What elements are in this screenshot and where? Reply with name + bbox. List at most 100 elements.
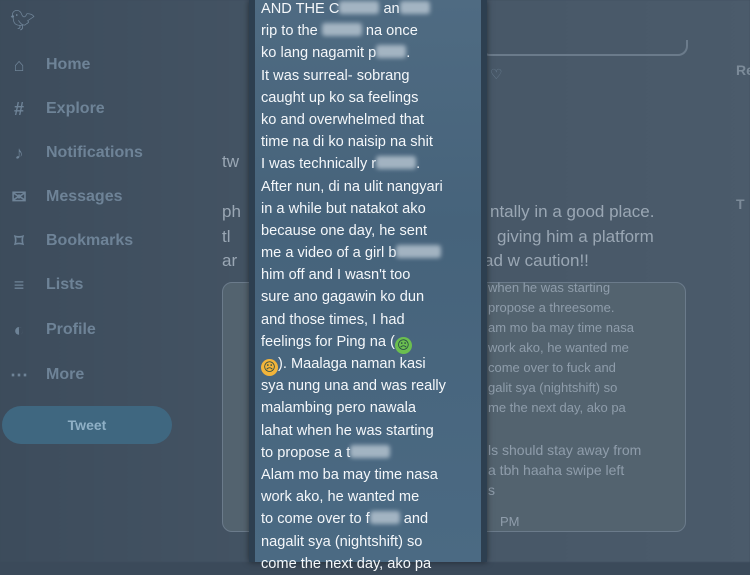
screenshot-text-segment: rip to the [261, 23, 322, 40]
screenshot-text-segment: I was technically r [261, 156, 377, 173]
screenshot-line: ko and overwhelmed that [261, 109, 483, 131]
media-card-edge [480, 40, 688, 56]
screenshot-line: me a video of a girl b [261, 242, 483, 264]
screenshot-text-segment: to come over to f [261, 511, 370, 528]
screenshot-line: After nun, di na ulit nangyari [261, 176, 483, 198]
redacted-word [376, 156, 417, 170]
screenshot-line: rip to the na once [261, 20, 483, 42]
screenshot-text-segment: . [416, 156, 421, 173]
redacted-word [339, 1, 380, 14]
screenshot-text-segment: feelings for Ping na ( [261, 333, 395, 350]
nav-item-messages[interactable]: ✉ Messages [8, 182, 123, 212]
screenshot-line: feelings for Ping na (☹ [261, 331, 483, 354]
quoted-tweet-line: propose a threesome. [488, 300, 615, 315]
nav-item-label: Notifications [46, 144, 143, 161]
screenshot-line: because one day, he sent [261, 220, 483, 242]
quoted-tweet-line: work ako, he wanted me [488, 340, 629, 355]
feed-fragment: ph [222, 202, 241, 221]
screenshot-line: ko lang nagamit p. [261, 42, 483, 64]
nav-item-label: Explore [46, 100, 105, 117]
screenshot-line: time na di ko naisip na shit [261, 131, 483, 153]
screenshot-line: to come over to f and [261, 508, 483, 530]
feed-fragment: ntally in a good place. [490, 202, 655, 221]
screenshot-text-segment: because one day, he sent [261, 222, 428, 239]
nav-item-label: Lists [46, 276, 84, 293]
screenshot-text-segment: ko lang nagamit p [261, 45, 377, 62]
screenshot-text-segment: It was surreal- sobrang [261, 67, 410, 84]
screenshot-line: sya nung una and was really [261, 375, 483, 397]
feed-fragment: tw [222, 152, 239, 171]
screenshot-line: come the next day, ako pa [261, 553, 483, 575]
screenshot-text-segment: ko and overwhelmed that [261, 111, 425, 128]
screenshot-line: malambing pero nawala [261, 397, 483, 419]
tweet-button[interactable]: Tweet [2, 406, 172, 444]
screenshot-line: in a while but natakot ako [261, 198, 483, 220]
timestamp: PM [500, 514, 520, 529]
reply-line: ls should stay away from [488, 442, 642, 458]
screenshot-line: and those times, I had [261, 309, 483, 331]
screenshot-line: nagalit sya (nightshift) so [261, 531, 483, 553]
screenshot-line: It was surreal- sobrang [261, 65, 483, 87]
screenshot-text-segment: After nun, di na ulit nangyari [261, 178, 443, 195]
sidebar: 🐦︎ ⌂ Home # Explore ♪ Notifications ✉ Messages ⌑… [0, 0, 200, 562]
nav-item-lists[interactable]: ≡ Lists [8, 270, 84, 300]
quoted-tweet-line: when he was starting [488, 280, 611, 295]
redacted-word [396, 245, 442, 259]
redacted-word [350, 444, 391, 458]
screenshot-text-segment: malambing pero nawala [261, 400, 416, 417]
redacted-word [321, 23, 362, 37]
screenshot-text-segment: time na di ko naisip na shit [261, 134, 433, 151]
screenshot-text-segment: sya nung una and was really [261, 378, 446, 395]
screenshot-line: him off and I wasn't too [261, 264, 483, 286]
screenshot-line: AND THE C an [261, 0, 483, 20]
quoted-tweet-line: am mo ba may time nasa [488, 320, 634, 335]
nav-item-more[interactable]: ⋯ More [8, 360, 84, 390]
screenshot-text-segment: and those times, I had [261, 311, 405, 328]
right-column: Re T [736, 62, 750, 212]
screenshot-text-segment: him off and I wasn't too [261, 267, 411, 284]
more-icon: ⋯ [10, 364, 28, 385]
nav-item-label: More [46, 366, 85, 383]
nav-item-label: Messages [46, 188, 123, 205]
screenshot-text-segment: in a while but natakot ako [261, 200, 426, 217]
screenshot-text-segment: to propose a t [261, 444, 351, 461]
reply-line: a tbh haaha swipe left [488, 462, 625, 478]
screenshot-text-segment: lahat when he was starting [261, 422, 434, 439]
home-icon: ⌂ [13, 54, 25, 75]
screenshot-text-segment: caught up ko sa feelings [261, 89, 419, 106]
nav-item-home[interactable]: ⌂ Home [8, 50, 91, 80]
redacted-word [376, 45, 407, 59]
screenshot-text-segment: come the next day, ako pa [261, 555, 432, 572]
nav-item-bookmarks[interactable]: ⌑ Bookmarks [8, 226, 133, 256]
screenshot-text-segment: nagalit sya (nightshift) so [261, 533, 423, 550]
quoted-tweet-line: come over to fuck and [488, 360, 616, 375]
like-icon[interactable]: ♡ [490, 66, 503, 83]
screenshot-line: lahat when he was starting [261, 420, 483, 442]
nav-item-label: Bookmarks [46, 232, 134, 249]
nav-item-explore[interactable]: # Explore [8, 94, 105, 124]
screenshot-line: to propose a t [261, 442, 483, 464]
screenshot-text-segment: work ako, he wanted me [261, 489, 420, 506]
nav-item-label: Profile [46, 321, 96, 338]
screenshot-text-segment: ). Maalaga naman kasi [278, 356, 426, 372]
screenshot-text-segment: na once [361, 23, 418, 40]
tired-face-icon: ☹ [261, 359, 278, 376]
nav-item-profile[interactable]: ◐ Profile [8, 315, 96, 345]
screenshot-text-segment: . [406, 45, 411, 62]
twitter-bird-icon[interactable]: 🐦︎ [10, 8, 35, 32]
redacted-word [369, 511, 400, 525]
nav-item-label: Home [46, 56, 91, 73]
nauseated-face-icon: ☹ [394, 336, 412, 354]
bookmark-icon: ⌑ [14, 230, 24, 251]
text-screenshot: AND THE C an rip to the na once ko lang na… [249, 0, 487, 572]
bell-icon: ♪ [14, 142, 24, 163]
screenshot-line: ☹). Maalaga naman kasi [261, 353, 483, 376]
screenshot-text-segment: me a video of a girl b [261, 245, 397, 262]
screenshot-line: work ako, he wanted me [261, 486, 483, 508]
screenshot-text-segment: sure ano gagawin ko dun [261, 289, 425, 306]
feed-fragment: giving him a platform [497, 227, 654, 246]
nav-item-notifications[interactable]: ♪ Notifications [8, 138, 143, 168]
quoted-tweet-line: me the next day, ako pa [488, 400, 626, 415]
screenshot-line: caught up ko sa feelings [261, 87, 483, 109]
screenshot-line: I was technically r. [261, 153, 483, 175]
